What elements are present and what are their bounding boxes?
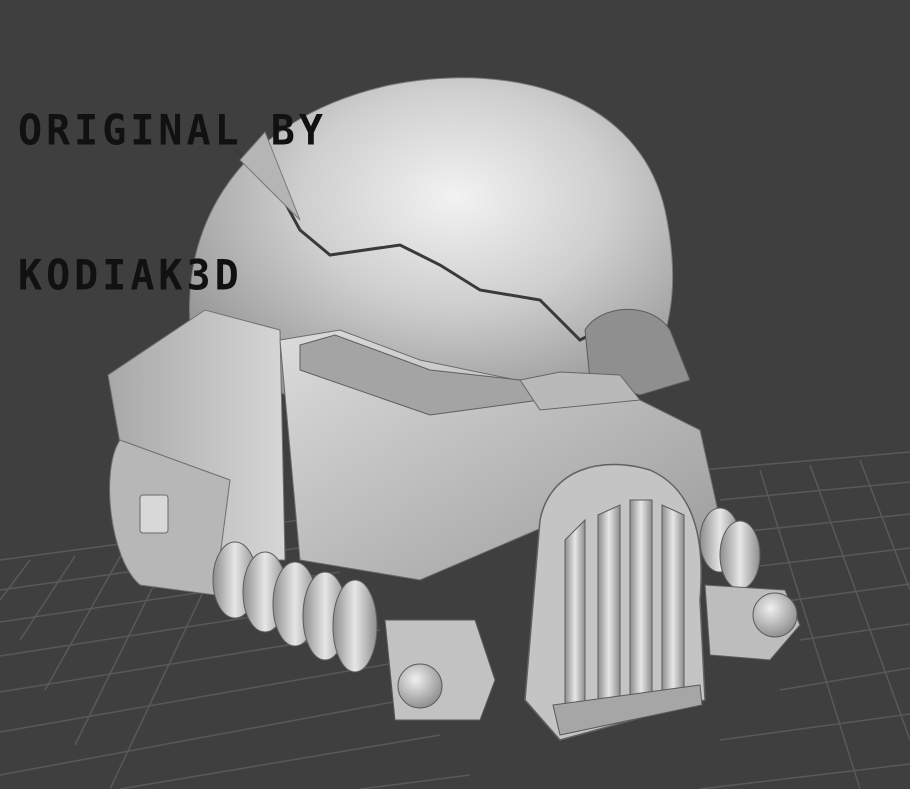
3d-viewport[interactable]: ORIGINAL BY KODIAK3D	[0, 0, 910, 789]
right-breathing-hose	[699, 507, 801, 661]
credit-line-1: ORIGINAL BY	[18, 106, 327, 155]
credit-line-2: KODIAK3D	[18, 251, 243, 300]
credit-watermark: ORIGINAL BY KODIAK3D	[18, 10, 327, 396]
